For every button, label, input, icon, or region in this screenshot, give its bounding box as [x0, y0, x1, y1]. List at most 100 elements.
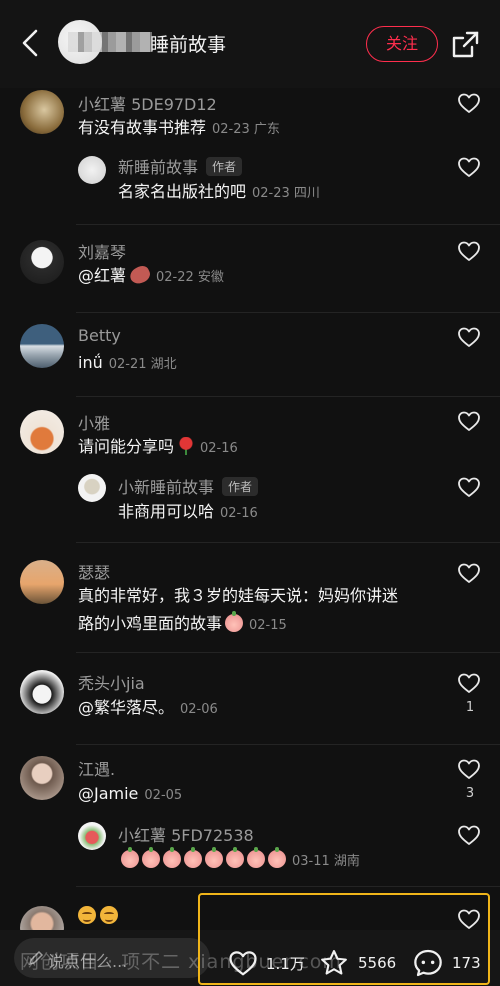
peach-icon	[163, 847, 181, 868]
comment-meta: 02-06	[180, 702, 218, 717]
divider	[76, 312, 500, 313]
comment-body: @红薯	[78, 266, 127, 285]
comment-body: 有没有故事书推荐	[78, 118, 207, 137]
comment-body: @Jamie	[78, 784, 139, 803]
comment-text-line-2[interactable]: 路的小鸡里面的故事 02-15	[78, 611, 287, 638]
reply-meta: 03-11 湖南	[292, 854, 360, 869]
comment-meta: 02-23 广东	[212, 122, 280, 137]
user-avatar[interactable]	[20, 240, 64, 284]
comment-text[interactable]: 有没有故事书推荐 02-23 广东	[78, 116, 280, 142]
author-avatar-small[interactable]	[78, 474, 106, 502]
smile-emoji-icon	[78, 906, 96, 924]
peach-icon	[142, 847, 160, 868]
user-avatar[interactable]	[20, 756, 64, 800]
comment-text-line-1[interactable]: 真的非常好，我３岁的娃每天说：妈妈你讲迷	[78, 584, 398, 608]
share-icon[interactable]	[450, 30, 480, 60]
reply-body: 非商用可以哈	[118, 502, 215, 521]
comment-body: 请问能分享吗	[78, 437, 175, 456]
user-avatar[interactable]	[20, 90, 64, 134]
divider	[76, 652, 500, 653]
reply-username-text: 新睡前故事	[118, 158, 199, 177]
like-heart-icon[interactable]	[457, 758, 481, 780]
like-heart-icon[interactable]	[457, 326, 481, 348]
back-arrow-icon[interactable]	[16, 26, 46, 60]
comment-username[interactable]: 刘嘉琴	[78, 239, 126, 263]
user-avatar[interactable]	[20, 670, 64, 714]
reply-text[interactable]: 03-11 湖南	[118, 847, 360, 874]
reply-text[interactable]: 名家名出版社的吧 02-23 四川	[118, 180, 320, 206]
reply-username-text: 小新睡前故事	[118, 478, 215, 497]
author-avatar-small[interactable]	[78, 156, 106, 184]
comment-text[interactable]: @Jamie 02-05	[78, 782, 182, 808]
like-heart-icon[interactable]	[457, 92, 481, 114]
comment-meta: 02-15	[249, 618, 287, 633]
peach-icon	[226, 847, 244, 868]
comment-text[interactable]: @红薯 02-22 安徽	[78, 263, 224, 290]
divider	[76, 886, 500, 887]
like-heart-icon[interactable]	[457, 240, 481, 262]
peach-icon	[225, 611, 244, 632]
comment-item: 秃头小jia @繁华落尽。 02-06 1	[0, 666, 500, 746]
comment-body: @繁华落尽。	[78, 698, 175, 717]
comment-item: 小红薯 5DE97D12 有没有故事书推荐 02-23 广东 新睡前故事 作者 名家…	[0, 88, 500, 228]
comment-item: 江遇. @Jamie 02-05 3 小红薯 5FD72538 03-11 湖南	[0, 752, 500, 892]
rose-icon	[178, 437, 195, 455]
like-heart-icon[interactable]	[457, 824, 481, 846]
like-heart-icon[interactable]	[457, 156, 481, 178]
comment-meta: 02-05	[144, 788, 183, 803]
comment-item: 小雅 请问能分享吗 02-16 小新睡前故事 作者 非商用可以哈 02-16	[0, 406, 500, 546]
author-badge: 作者	[206, 157, 243, 176]
reply-username[interactable]: 小新睡前故事 作者	[118, 474, 259, 498]
like-heart-icon[interactable]	[457, 672, 481, 694]
comment-username[interactable]: Betty	[78, 326, 121, 345]
author-badge: 作者	[222, 477, 259, 496]
peach-icon	[121, 847, 139, 868]
like-heart-icon[interactable]	[457, 410, 481, 432]
comment-item: Betty inǘ 02-21 湖北	[0, 322, 500, 402]
comment-meta: 02-22 安徽	[156, 270, 224, 285]
user-avatar-small[interactable]	[78, 822, 106, 850]
reply-text[interactable]: 非商用可以哈 02-16	[118, 500, 258, 526]
smile-emoji-icon	[100, 906, 118, 924]
comment-meta: 02-21 湖北	[108, 357, 177, 372]
user-avatar[interactable]	[20, 560, 64, 604]
user-avatar[interactable]	[20, 324, 64, 368]
user-avatar[interactable]	[20, 410, 64, 454]
peach-icon	[205, 847, 223, 868]
comment-body: 路的小鸡里面的故事	[78, 614, 223, 633]
divider	[76, 224, 500, 225]
comment-text[interactable]: 请问能分享吗 02-16	[78, 435, 238, 461]
comment-username[interactable]: 小红薯 5DE97D12	[78, 91, 217, 115]
divider	[76, 744, 500, 745]
comment-text[interactable]: @繁华落尽。 02-06	[78, 696, 218, 722]
comment-item: 刘嘉琴 @红薯 02-22 安徽	[0, 236, 500, 316]
reply-meta: 02-23 四川	[252, 186, 320, 201]
comment-text[interactable]: inǘ 02-21 湖北	[78, 351, 177, 377]
comment-username[interactable]: 江遇.	[78, 756, 115, 780]
comment-username[interactable]: 瑟瑟	[78, 559, 110, 583]
reply-username[interactable]: 新睡前故事 作者	[118, 154, 243, 178]
comment-username[interactable]: 小雅	[78, 410, 110, 434]
blurred-author-name	[68, 32, 152, 52]
peach-icon	[184, 847, 202, 868]
comment-text[interactable]	[78, 904, 122, 928]
like-heart-icon[interactable]	[457, 476, 481, 498]
peach-icon	[247, 847, 265, 868]
reply-meta: 02-16	[220, 506, 258, 521]
follow-button[interactable]: 关注	[366, 26, 438, 62]
top-bar: 睡前故事 关注	[0, 0, 500, 88]
like-count: 1	[465, 700, 475, 715]
like-heart-icon[interactable]	[457, 562, 481, 584]
reply-username[interactable]: 小红薯 5FD72538	[118, 822, 254, 846]
like-count: 3	[465, 786, 475, 801]
author-name[interactable]: 睡前故事	[150, 30, 226, 57]
reply-body: 名家名出版社的吧	[118, 182, 247, 201]
comment-item: 瑟瑟 真的非常好，我３岁的娃每天说：妈妈你讲迷 路的小鸡里面的故事 02-15	[0, 556, 500, 656]
comment-body: inǘ	[78, 353, 103, 372]
divider	[76, 396, 500, 397]
peach-icon	[268, 847, 286, 868]
comment-username[interactable]: 秃头小jia	[78, 670, 145, 694]
divider	[76, 542, 500, 543]
sweet-potato-icon	[127, 263, 153, 287]
comment-meta: 02-16	[200, 441, 238, 456]
